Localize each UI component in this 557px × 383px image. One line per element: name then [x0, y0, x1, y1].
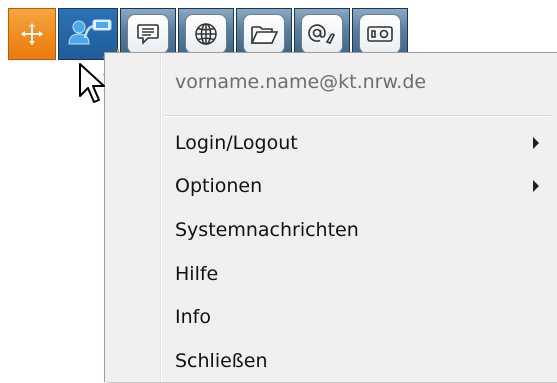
- at-sign-icon: [308, 24, 335, 44]
- move-button[interactable]: [8, 8, 56, 60]
- contacts-icon-frame: [301, 14, 343, 54]
- menu-item-label: Systemnachrichten: [175, 218, 359, 241]
- card-reader-icon-frame: [359, 14, 401, 54]
- card-reader-icon: [367, 26, 393, 42]
- messages-icon-frame: [127, 14, 169, 54]
- menu-item-label: Schließen: [175, 349, 268, 372]
- menu-item-schliessen[interactable]: Schließen: [105, 339, 557, 383]
- chat-bubble-icon: [137, 24, 159, 45]
- folder-icon: [250, 26, 278, 44]
- menu-item-optionen[interactable]: Optionen: [105, 165, 557, 209]
- move-arrows-icon: [21, 23, 43, 45]
- menu-item-label: Info: [175, 306, 211, 329]
- user-switch-icon: [68, 19, 112, 45]
- menu-item-info[interactable]: Info: [105, 295, 557, 339]
- menu-item-login-logout[interactable]: Login/Logout: [105, 121, 557, 165]
- menu-separator: [163, 115, 551, 117]
- submenu-arrow-icon: [533, 136, 539, 149]
- menu-item-label: Login/Logout: [175, 131, 298, 154]
- mouse-cursor-icon: [79, 63, 105, 103]
- context-menu: vorname.name@kt.nrw.de Login/Logout Opti…: [104, 52, 557, 382]
- menu-item-systemnachrichten[interactable]: Systemnachrichten: [105, 208, 557, 252]
- menu-item-hilfe[interactable]: Hilfe: [105, 252, 557, 296]
- submenu-arrow-icon: [533, 180, 539, 193]
- menu-item-label: Hilfe: [175, 262, 219, 285]
- globe-icon: [195, 23, 217, 45]
- menu-account-email: vorname.name@kt.nrw.de: [175, 71, 427, 93]
- menu-item-list: Login/Logout Optionen Systemnachrichten …: [105, 121, 557, 383]
- files-icon-frame: [243, 14, 285, 54]
- web-icon-frame: [185, 14, 227, 54]
- menu-item-label: Optionen: [175, 175, 263, 198]
